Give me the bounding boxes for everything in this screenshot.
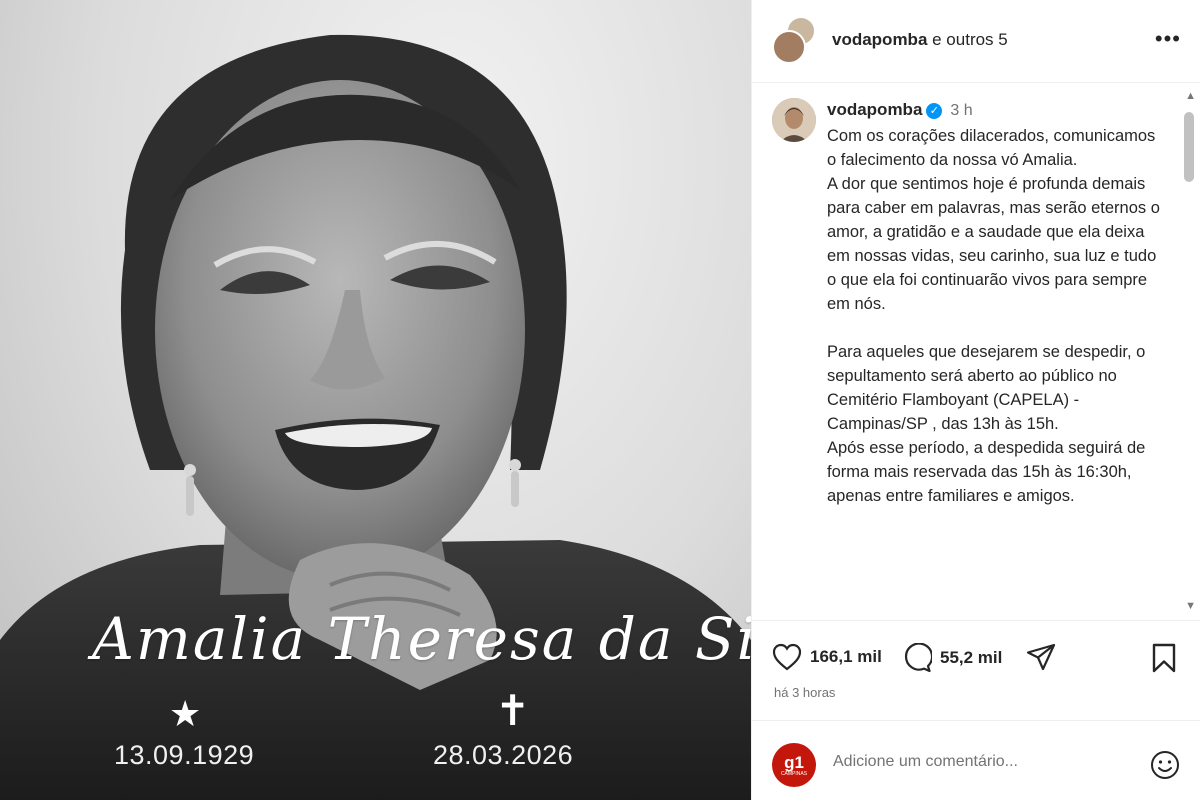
header-others[interactable]: e outros 5 [927,30,1008,49]
death-date: 28.03.2026 [433,740,574,770]
bookmark-icon [1152,643,1176,673]
g1-avatar[interactable]: g1 CAMPINAS [772,743,816,787]
caption-header: vodapomba ✓ 3 h [827,100,973,120]
caption-time[interactable]: 3 h [950,102,972,119]
header-username-text[interactable]: vodapomba [832,30,927,49]
collab-avatars[interactable] [772,16,818,66]
comment-icon [904,643,932,673]
caption-area[interactable]: vodapomba ✓ 3 h Com os corações dilacerado… [752,84,1200,620]
cross-icon: ✝ [495,686,531,735]
comment-count[interactable]: 55,2 mil [940,648,1002,668]
post-side-panel: vodapomba e outros 5 ••• vodapomba ✓ 3 h C… [751,0,1200,800]
like-count[interactable]: 166,1 mil [810,647,882,667]
scrollbar-thumb[interactable] [1184,112,1194,182]
save-button[interactable] [1151,643,1177,673]
avatar-image [772,98,816,142]
more-options-icon[interactable]: ••• [1155,28,1181,50]
post-actions: 166,1 mil 55,2 mil há 3 horas [752,620,1200,720]
comment-bar: g1 CAMPINAS [752,720,1200,800]
g1-logo-text: g1 [784,753,804,772]
share-button[interactable] [1026,643,1056,671]
header-username[interactable]: vodapomba e outros 5 [832,30,1008,50]
g1-logo-subtext: CAMPINAS [780,771,808,777]
caption-username[interactable]: vodapomba [827,100,922,119]
heart-icon [772,643,802,671]
star-icon: ★ [169,693,202,734]
send-icon [1026,643,1056,671]
scroll-up-arrow-icon[interactable]: ▲ [1185,90,1196,102]
comment-button[interactable]: 55,2 mil [902,643,1002,673]
avatar[interactable] [772,98,816,142]
verified-badge-icon: ✓ [926,103,943,119]
birth-date: 13.09.1929 [114,740,255,770]
name-signature: Amalia Theresa da Silva [92,605,751,673]
post-header: vodapomba e outros 5 ••• [752,0,1200,83]
avatar [772,30,806,64]
post-time-ago[interactable]: há 3 horas [774,685,835,700]
portrait-illustration [0,34,751,800]
comment-input[interactable] [833,753,1123,771]
caption-text: Com os corações dilacerados, comunicamos… [827,127,1160,505]
post-photo[interactable]: Amalia Theresa da Silva ★ ✝ 13.09.1929 2… [0,0,751,800]
emoji-icon [1151,751,1179,779]
like-button[interactable]: 166,1 mil [772,643,882,671]
scroll-down-arrow-icon[interactable]: ▼ [1185,600,1196,612]
emoji-button[interactable] [1149,749,1181,781]
